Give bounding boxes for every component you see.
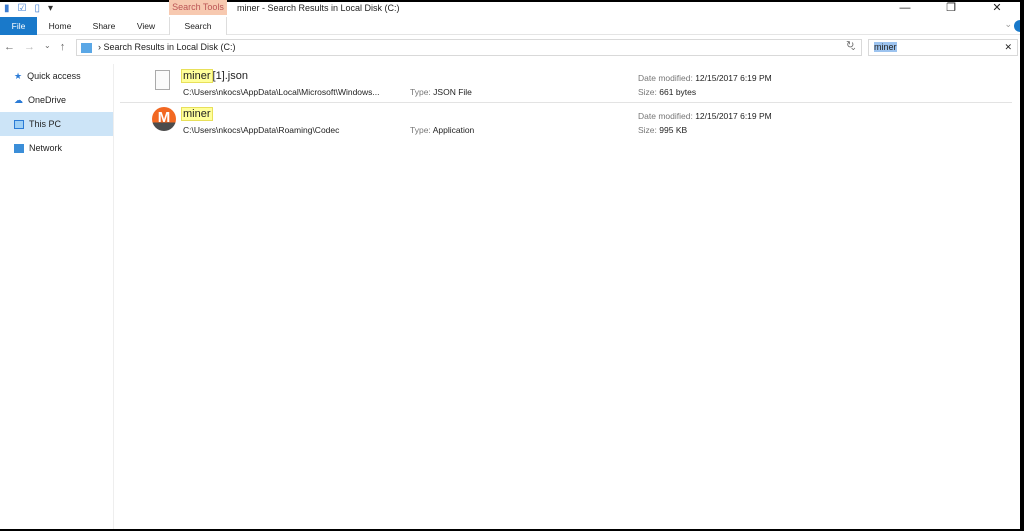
type-label: Type: (410, 87, 431, 97)
back-icon[interactable]: ← (4, 41, 15, 53)
properties-icon[interactable]: ☑ (18, 3, 27, 14)
window-title: miner - Search Results in Local Disk (C:… (237, 3, 400, 13)
ribbon-tabs: File Home Share View Search ⌄ (0, 17, 1020, 35)
network-icon (14, 143, 24, 153)
search-results-folder-icon (81, 42, 92, 53)
date-label: Date modified: (638, 111, 693, 121)
help-icon[interactable] (1014, 20, 1020, 32)
customize-dropdown-icon[interactable]: ▾ (48, 3, 53, 14)
monero-app-icon: M (152, 107, 176, 131)
sidebar-item-onedrive[interactable]: ☁ OneDrive (0, 88, 113, 112)
sidebar-item-this-pc[interactable]: This PC (0, 112, 113, 136)
clear-search-icon[interactable]: ✕ (1004, 40, 1012, 55)
list-item[interactable]: miner [1].json C:\Users\nkocs\AppData\Loc… (148, 66, 1012, 102)
sidebar-item-label: OneDrive (28, 95, 67, 105)
file-path: C:\Users\nkocs\AppData\Roaming\Codec (183, 125, 340, 135)
computer-icon (14, 119, 24, 129)
name-match: miner (181, 69, 213, 83)
minimize-button[interactable]: — (882, 2, 928, 14)
navigation-bar: ← → ⌄ ↑ › Search Results in Local Disk (C:)… (0, 38, 1020, 58)
date-modified: 12/15/2017 6:19 PM (695, 73, 772, 83)
cloud-icon: ☁ (14, 95, 23, 105)
forward-icon[interactable]: → (24, 41, 35, 53)
name-rest: [1].json (212, 70, 248, 82)
tab-file[interactable]: File (0, 17, 37, 35)
type-label: Type: (410, 125, 431, 135)
restore-button[interactable]: ❐ (928, 2, 974, 14)
address-bar[interactable]: › Search Results in Local Disk (C:) ⌄ (76, 39, 862, 56)
folder-icon[interactable]: ▮ (4, 3, 10, 14)
date-modified: 12/15/2017 6:19 PM (695, 111, 772, 121)
divider (120, 102, 1012, 103)
tab-home[interactable]: Home (42, 17, 78, 35)
file-size: 661 bytes (659, 87, 697, 97)
file-type: Application (432, 125, 475, 135)
file-size: 995 KB (659, 125, 688, 135)
sidebar-item-label: Quick access (27, 71, 81, 81)
search-value: miner (874, 42, 897, 52)
title-bar: ▮ ☑ ▯ ▾ Search Tools miner - Search Results… (0, 0, 1020, 17)
list-item[interactable]: M miner C:\Users\nkocs\AppData\Roaming\C… (148, 104, 1012, 140)
date-label: Date modified: (638, 73, 693, 83)
up-icon[interactable]: ↑ (60, 41, 66, 53)
file-type: JSON File (433, 87, 472, 97)
navigation-pane: ★ Quick access ☁ OneDrive This PC Network (0, 64, 114, 529)
size-label: Size: (638, 125, 657, 135)
search-input[interactable]: miner ✕ (868, 39, 1018, 56)
star-icon: ★ (14, 71, 23, 81)
search-tools-context-label: Search Tools (169, 0, 227, 15)
quick-access-toolbar: ▮ ☑ ▯ ▾ (4, 3, 53, 14)
tab-share[interactable]: Share (86, 17, 122, 35)
file-path: C:\Users\nkocs\AppData\Local\Microsoft\W… (183, 87, 380, 97)
address-path: Search Results in Local Disk (C:) (103, 42, 236, 52)
sidebar-item-network[interactable]: Network (0, 136, 113, 160)
recent-dropdown-icon[interactable]: ⌄ (44, 41, 51, 53)
json-file-icon (155, 70, 170, 90)
refresh-icon[interactable]: ↻ (846, 40, 854, 51)
new-folder-icon[interactable]: ▯ (34, 3, 40, 14)
tab-search[interactable]: Search (169, 17, 227, 35)
sidebar-item-label: Network (29, 143, 63, 153)
sidebar-item-label: This PC (29, 119, 62, 129)
file-explorer-window: ▮ ☑ ▯ ▾ Search Tools miner - Search Results… (0, 0, 1020, 529)
close-button[interactable]: ✕ (974, 2, 1020, 14)
size-label: Size: (638, 87, 657, 97)
name-match: miner (181, 107, 213, 121)
tab-view[interactable]: View (130, 17, 162, 35)
expand-ribbon-icon[interactable]: ⌄ (1004, 19, 1012, 30)
sidebar-item-quick-access[interactable]: ★ Quick access (0, 64, 113, 88)
